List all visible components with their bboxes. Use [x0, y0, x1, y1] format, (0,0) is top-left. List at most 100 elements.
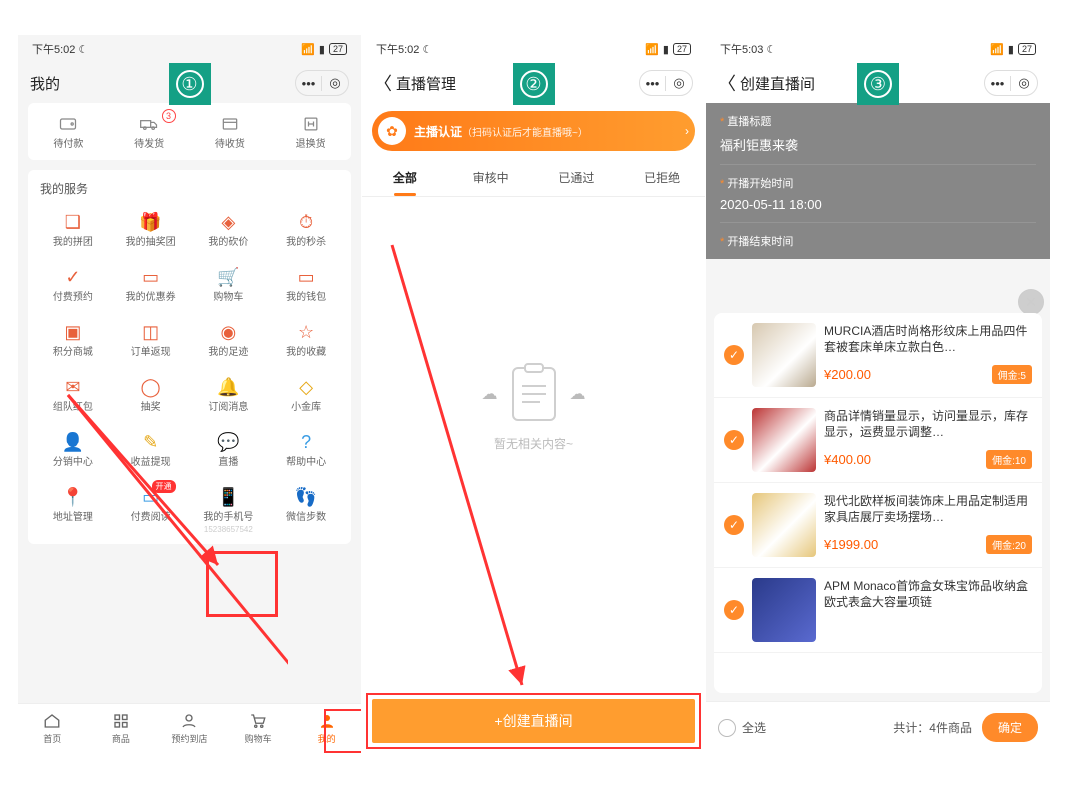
- product-price: ¥200.00: [824, 367, 871, 382]
- service-icon: 👣: [267, 486, 345, 508]
- more-icon[interactable]: •••: [296, 76, 322, 91]
- service-收益提现[interactable]: ✎收益提现: [112, 423, 190, 478]
- product-price: ¥1999.00: [824, 537, 878, 552]
- service-订阅消息[interactable]: 🔔订阅消息: [190, 368, 268, 423]
- product-row[interactable]: ✓ MURCIA酒店时尚格形纹床上用品四件套被套床单床立款白色… ¥200.00…: [714, 313, 1042, 398]
- target-icon[interactable]: ◎: [322, 75, 348, 91]
- service-分销中心[interactable]: 👤分销中心: [34, 423, 112, 478]
- product-title: 现代北欧样板间装饰床上用品定制适用家具店展厅卖场摆场…: [824, 493, 1032, 525]
- service-我的钱包[interactable]: ▭我的钱包: [267, 258, 345, 313]
- signal-icon: ▮: [1008, 43, 1014, 56]
- status-bar: 下午5:03 ☾ 📶 ▮ 27: [706, 35, 1050, 63]
- battery-icon: 27: [1018, 43, 1036, 55]
- input-start[interactable]: 2020-05-11 18:00: [720, 197, 1036, 223]
- service-icon: ◈: [190, 211, 268, 233]
- highlight-live: [206, 551, 278, 617]
- service-icon: ✎: [112, 431, 190, 453]
- truck-icon: 3: [109, 113, 190, 135]
- package-icon: [190, 113, 271, 135]
- count-label: 共计：4件商品: [893, 719, 972, 736]
- product-row[interactable]: ✓ APM Monaco首饰盒女珠宝饰品收纳盒欧式表盒大容量项链: [714, 568, 1042, 653]
- product-checkbox[interactable]: ✓: [724, 430, 744, 450]
- wifi-icon: 📶: [645, 43, 659, 56]
- product-row[interactable]: ✓ 商品详情销量显示，访问量显示，库存显示，运费显示调整… ¥400.00佣金:…: [714, 398, 1042, 483]
- product-checkbox[interactable]: ✓: [724, 600, 744, 620]
- service-抽奖[interactable]: ◯抽奖: [112, 368, 190, 423]
- service-icon: ✉: [34, 376, 112, 398]
- service-付费阅读[interactable]: ▭付费阅读开通: [112, 478, 190, 544]
- seg-reviewing[interactable]: 审核中: [448, 159, 534, 196]
- page-header: 〈 创建直播间 ••• ◎ ③: [706, 63, 1050, 103]
- service-我的抽奖团[interactable]: 🎁我的抽奖团: [112, 203, 190, 258]
- service-icon: ?: [267, 431, 345, 453]
- target-icon[interactable]: ◎: [1011, 75, 1037, 91]
- service-我的秒杀[interactable]: ⏱我的秒杀: [267, 203, 345, 258]
- service-小金库[interactable]: ◇小金库: [267, 368, 345, 423]
- product-row[interactable]: ✓ 现代北欧样板间装饰床上用品定制适用家具店展厅卖场摆场… ¥1999.00 佣金…: [714, 483, 1042, 568]
- page-title: 创建直播间: [740, 73, 815, 94]
- more-icon[interactable]: •••: [640, 76, 666, 91]
- product-thumb: [752, 493, 816, 557]
- confirm-button[interactable]: 确定: [982, 713, 1038, 742]
- tab-cart[interactable]: 购物车: [224, 704, 293, 753]
- form-area: 直播标题 福利钜惠来袭 开播开始时间 2020-05-11 18:00 开播结束…: [706, 103, 1050, 259]
- seg-all[interactable]: 全部: [362, 159, 448, 196]
- service-我的足迹[interactable]: ◉我的足迹: [190, 313, 268, 368]
- service-付费预约[interactable]: ✓付费预约: [34, 258, 112, 313]
- service-icon: 👤: [34, 431, 112, 453]
- capsule-menu[interactable]: ••• ◎: [295, 70, 349, 96]
- service-我的优惠券[interactable]: ▭我的优惠券: [112, 258, 190, 313]
- auth-banner[interactable]: ✿ 主播认证（扫码认证后才能直播哦~） ›: [372, 111, 695, 151]
- order-pending-pay[interactable]: 待付款: [28, 113, 109, 150]
- target-icon[interactable]: ◎: [666, 75, 692, 91]
- product-commission: 佣金:20: [986, 535, 1032, 554]
- service-地址管理[interactable]: 📍地址管理: [34, 478, 112, 544]
- tab-products[interactable]: 商品: [87, 704, 156, 753]
- service-直播[interactable]: 💬直播: [190, 423, 268, 478]
- status-right: 📶 ▮ 27: [645, 43, 691, 56]
- battery-icon: 27: [673, 43, 691, 55]
- service-微信步数[interactable]: 👣微信步数: [267, 478, 345, 544]
- service-帮助中心[interactable]: ?帮助中心: [267, 423, 345, 478]
- product-commission: 佣金:10: [986, 450, 1032, 469]
- services-title: 我的服务: [34, 178, 345, 203]
- page-header: 〈 直播管理 ••• ◎ ②: [362, 63, 705, 103]
- input-title[interactable]: 福利钜惠来袭: [720, 135, 1036, 165]
- product-thumb: [752, 408, 816, 472]
- service-icon: 💬: [190, 431, 268, 453]
- tab-home[interactable]: 首页: [18, 704, 87, 753]
- back-icon[interactable]: 〈: [718, 70, 736, 96]
- step-badge-2: ②: [513, 63, 555, 105]
- service-积分商城[interactable]: ▣积分商城: [34, 313, 112, 368]
- capsule-menu[interactable]: ••• ◎: [639, 70, 693, 96]
- service-订单返现[interactable]: ◫订单返现: [112, 313, 190, 368]
- seg-passed[interactable]: 已通过: [534, 159, 620, 196]
- order-pending-ship[interactable]: 3 待发货: [109, 113, 190, 150]
- tab-appointment[interactable]: 预约到店: [155, 704, 224, 753]
- status-time: 下午5:02 ☾: [376, 41, 432, 57]
- signal-icon: ▮: [663, 43, 669, 56]
- seg-rejected[interactable]: 已拒绝: [619, 159, 705, 196]
- screen-3-create-live: 下午5:03 ☾ 📶 ▮ 27 〈 创建直播间 ••• ◎ ③ 直播标题 福利钜…: [706, 35, 1050, 753]
- page-header: 我的 ••• ◎ ①: [18, 63, 361, 103]
- service-我的手机号[interactable]: 📱我的手机号15238657542: [190, 478, 268, 544]
- service-购物车[interactable]: 🛒购物车: [190, 258, 268, 313]
- cloud-icon: ☁: [570, 384, 586, 404]
- service-组队红包[interactable]: ✉组队红包: [34, 368, 112, 423]
- wifi-icon: 📶: [990, 43, 1004, 56]
- capsule-menu[interactable]: ••• ◎: [984, 70, 1038, 96]
- service-我的拼团[interactable]: ❑我的拼团: [34, 203, 112, 258]
- close-sheet-button[interactable]: ✕: [1018, 289, 1044, 315]
- select-all-checkbox[interactable]: [718, 719, 736, 737]
- order-refund[interactable]: 退换货: [270, 113, 351, 150]
- label-title: 直播标题: [720, 103, 1036, 135]
- product-checkbox[interactable]: ✓: [724, 515, 744, 535]
- sheet-footer: 全选 共计：4件商品 确定: [706, 701, 1050, 753]
- service-我的砍价[interactable]: ◈我的砍价: [190, 203, 268, 258]
- highlight-create: [366, 693, 701, 749]
- back-icon[interactable]: 〈: [374, 70, 392, 96]
- more-icon[interactable]: •••: [985, 76, 1011, 91]
- service-我的收藏[interactable]: ☆我的收藏: [267, 313, 345, 368]
- product-checkbox[interactable]: ✓: [724, 345, 744, 365]
- order-pending-receive[interactable]: 待收货: [190, 113, 271, 150]
